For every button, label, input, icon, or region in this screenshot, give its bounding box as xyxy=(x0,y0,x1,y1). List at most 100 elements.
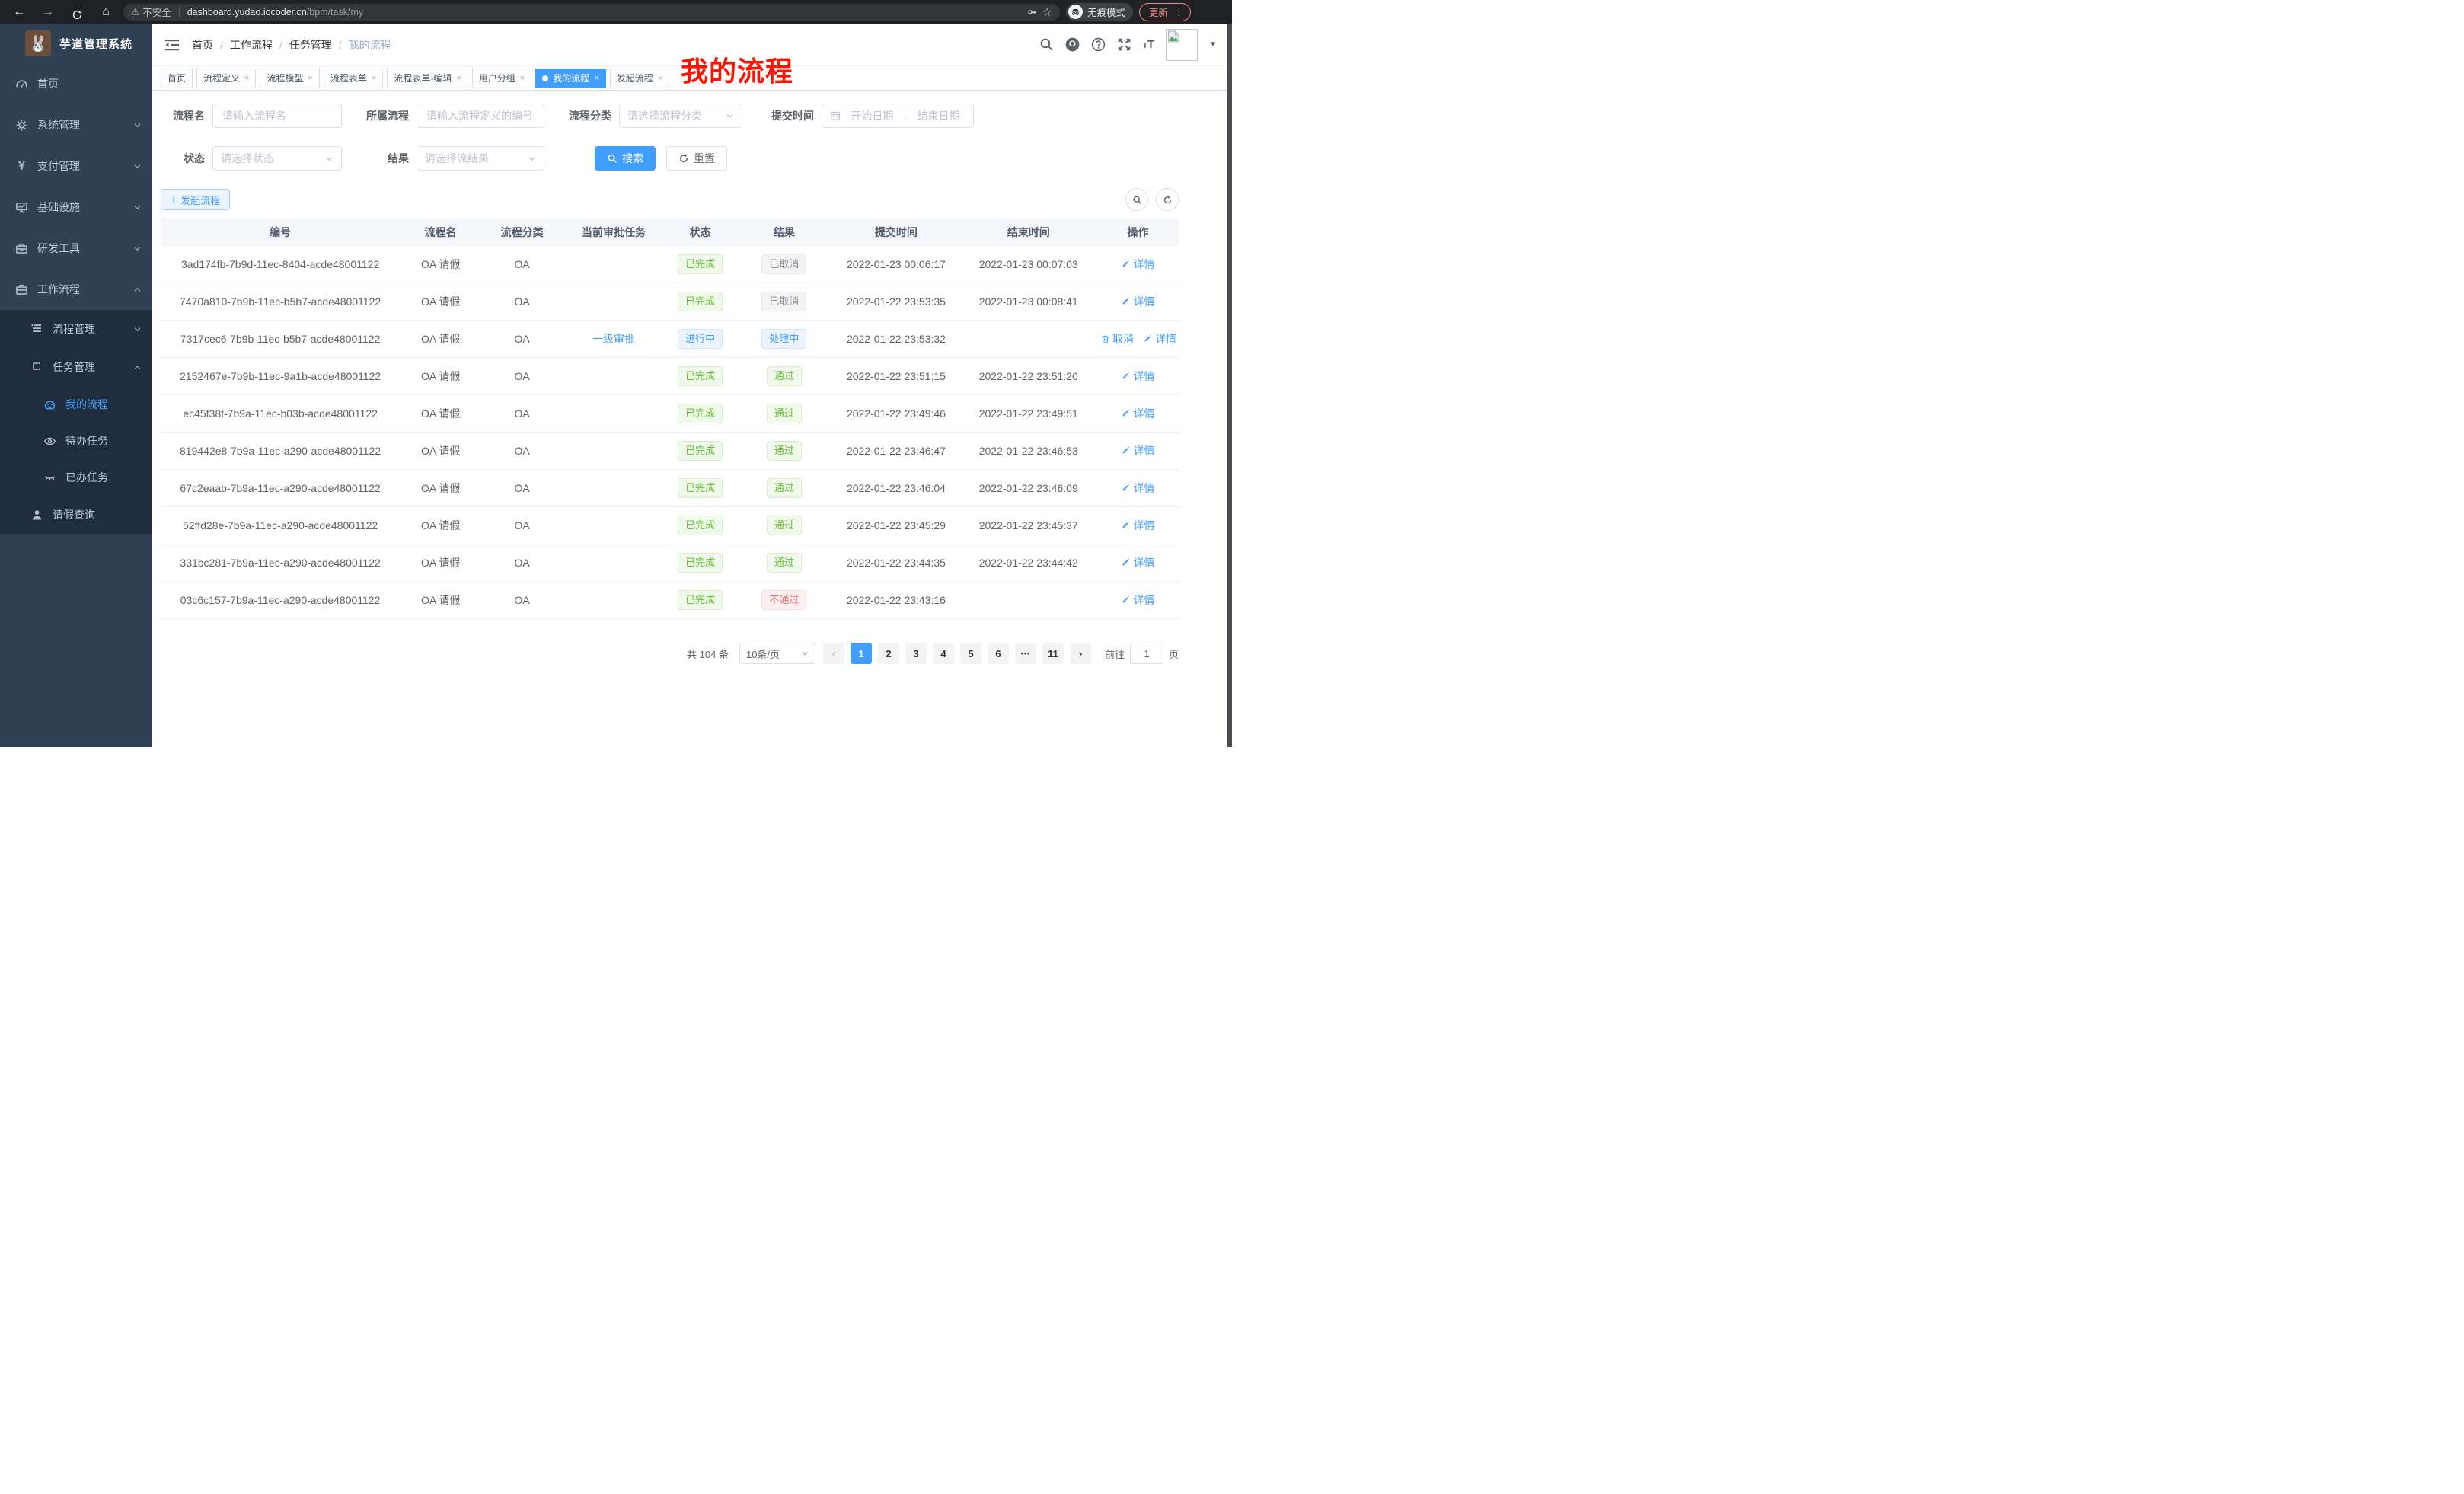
cancel-link[interactable]: 取消 xyxy=(1100,331,1134,346)
sidebar-item-leave-query[interactable]: 请假查询 xyxy=(0,496,152,534)
close-icon[interactable]: × xyxy=(372,74,376,83)
next-page-button[interactable]: › xyxy=(1070,643,1091,664)
table-row: 331bc281-7b9a-11ec-a290-acde48001122OA 请… xyxy=(161,544,1179,582)
detail-link[interactable]: 详情 xyxy=(1121,443,1154,458)
password-key-icon[interactable] xyxy=(1027,7,1038,18)
pagination: 共 104 条 10条/页 ‹ 1 2 3 4 5 6 ••• 11 xyxy=(161,643,1179,664)
sidebar-item-label: 任务管理 xyxy=(53,359,133,375)
current-task-link[interactable]: 一级审批 xyxy=(592,331,635,346)
result-badge: 已取消 xyxy=(761,254,806,274)
sidebar-fold-icon[interactable] xyxy=(164,37,180,53)
dashboard-icon xyxy=(15,78,28,91)
detail-link[interactable]: 详情 xyxy=(1121,518,1154,533)
fullscreen-icon[interactable] xyxy=(1117,37,1131,52)
result-badge: 通过 xyxy=(767,366,802,386)
sidebar-item-task-mgmt[interactable]: 任务管理 xyxy=(0,348,152,386)
help-icon[interactable] xyxy=(1091,37,1106,52)
broken-image-icon xyxy=(1167,30,1179,43)
tab-process-definition[interactable]: 流程定义× xyxy=(196,69,256,88)
chrome-menu-icon[interactable]: ⋮ xyxy=(1174,6,1184,18)
page-size-select[interactable]: 10条/页 xyxy=(739,643,815,664)
font-size-icon[interactable]: TT xyxy=(1143,38,1154,51)
page-button-3[interactable]: 3 xyxy=(905,643,927,664)
more-pages-button[interactable]: ••• xyxy=(1015,643,1036,664)
filter-submit-time-label: 提交时间 xyxy=(759,108,822,123)
not-secure-warning-icon[interactable]: ⚠ 不安全 xyxy=(131,5,171,19)
bookmark-star-icon[interactable]: ☆ xyxy=(1042,5,1052,19)
page-button-6[interactable]: 6 xyxy=(988,643,1009,664)
status-badge: 已完成 xyxy=(678,254,723,274)
address-divider xyxy=(179,7,180,17)
breadcrumb-task-mgmt[interactable]: 任务管理 xyxy=(289,37,332,53)
sidebar-item-todo-tasks[interactable]: 待办任务 xyxy=(0,423,152,459)
page-button-11[interactable]: 11 xyxy=(1042,643,1064,664)
sidebar-item-my-process[interactable]: 我的流程 xyxy=(0,386,152,423)
browser-home-icon[interactable]: ⌂ xyxy=(94,0,117,24)
jump-page-input[interactable] xyxy=(1130,643,1163,664)
sidebar-item-process-mgmt[interactable]: 流程管理 xyxy=(0,310,152,348)
prev-page-button[interactable]: ‹ xyxy=(823,643,844,664)
close-icon[interactable]: × xyxy=(594,74,598,83)
sidebar-item-done-tasks[interactable]: 已办任务 xyxy=(0,459,152,496)
sidebar-item-infrastructure[interactable]: 基础设施 xyxy=(0,187,152,228)
avatar[interactable] xyxy=(1166,29,1198,61)
detail-link[interactable]: 详情 xyxy=(1121,592,1154,608)
detail-link[interactable]: 详情 xyxy=(1143,331,1176,346)
robot-icon xyxy=(43,398,56,411)
category-select[interactable]: 请选择流程分类 xyxy=(619,104,742,128)
detail-link[interactable]: 详情 xyxy=(1121,294,1154,309)
tab-user-group[interactable]: 用户分组× xyxy=(472,69,531,88)
search-icon[interactable] xyxy=(1039,37,1054,52)
process-name-input[interactable] xyxy=(221,109,334,123)
refresh-table-button[interactable] xyxy=(1156,188,1179,211)
tab-process-form[interactable]: 流程表单× xyxy=(324,69,383,88)
close-icon[interactable]: × xyxy=(308,74,312,83)
app-title: 芋道管理系统 xyxy=(59,36,132,52)
github-icon[interactable] xyxy=(1065,37,1080,52)
show-search-button[interactable] xyxy=(1125,188,1148,211)
breadcrumb-home[interactable]: 首页 xyxy=(192,37,213,53)
page-button-2[interactable]: 2 xyxy=(878,643,899,664)
detail-link[interactable]: 详情 xyxy=(1121,257,1154,272)
tab-process-form-edit[interactable]: 流程表单-编辑× xyxy=(387,69,468,88)
app-logo[interactable]: 🐰 芋道管理系统 xyxy=(0,24,152,63)
browser-forward-icon[interactable]: → xyxy=(37,0,59,24)
sidebar-item-workflow[interactable]: 工作流程 xyxy=(0,269,152,310)
close-icon[interactable]: × xyxy=(456,74,461,83)
tab-home[interactable]: 首页 xyxy=(161,69,193,88)
browser-reload-icon[interactable] xyxy=(65,3,88,21)
process-definition-input[interactable] xyxy=(425,109,536,123)
tab-process-model[interactable]: 流程模型× xyxy=(260,69,319,88)
sidebar-item-home[interactable]: 首页 xyxy=(0,63,152,104)
detail-link[interactable]: 详情 xyxy=(1121,406,1154,421)
avatar-caret-down-icon[interactable]: ▼ xyxy=(1209,40,1217,49)
tab-my-process-active[interactable]: 我的流程× xyxy=(535,69,605,88)
detail-link[interactable]: 详情 xyxy=(1121,555,1154,570)
result-select[interactable]: 请选择流结果 xyxy=(417,146,544,171)
close-icon[interactable]: × xyxy=(244,74,249,83)
page-button-4[interactable]: 4 xyxy=(933,643,954,664)
result-badge: 通过 xyxy=(767,404,802,423)
sidebar-item-system[interactable]: 系统管理 xyxy=(0,104,152,145)
close-icon[interactable]: × xyxy=(658,74,662,83)
status-select[interactable]: 请选择状态 xyxy=(212,146,342,171)
sidebar-item-payment[interactable]: ¥ 支付管理 xyxy=(0,145,152,187)
chrome-update-button[interactable]: 更新 ⋮ xyxy=(1139,3,1191,21)
close-icon[interactable]: × xyxy=(520,74,525,83)
breadcrumb-workflow[interactable]: 工作流程 xyxy=(230,37,273,53)
search-button[interactable]: 搜索 xyxy=(595,146,656,171)
start-process-button[interactable]: + 发起流程 xyxy=(161,189,230,210)
url-text: dashboard.yudao.iocoder.cn/bpm/task/my xyxy=(187,7,363,18)
browser-back-icon[interactable]: ← xyxy=(8,0,30,24)
monitor-icon xyxy=(15,201,28,214)
tab-start-process[interactable]: 发起流程× xyxy=(610,69,669,88)
detail-link[interactable]: 详情 xyxy=(1121,369,1154,384)
date-range-picker[interactable]: 开始日期 - 结束日期 xyxy=(822,104,974,128)
sidebar-item-dev-tools[interactable]: 研发工具 xyxy=(0,228,152,269)
page-button-1[interactable]: 1 xyxy=(851,643,872,664)
reset-button[interactable]: 重置 xyxy=(666,146,727,171)
page-scrollbar[interactable] xyxy=(1227,24,1232,747)
address-bar[interactable]: ⚠ 不安全 dashboard.yudao.iocoder.cn/bpm/tas… xyxy=(123,4,1060,21)
detail-link[interactable]: 详情 xyxy=(1121,480,1154,496)
page-button-5[interactable]: 5 xyxy=(960,643,981,664)
